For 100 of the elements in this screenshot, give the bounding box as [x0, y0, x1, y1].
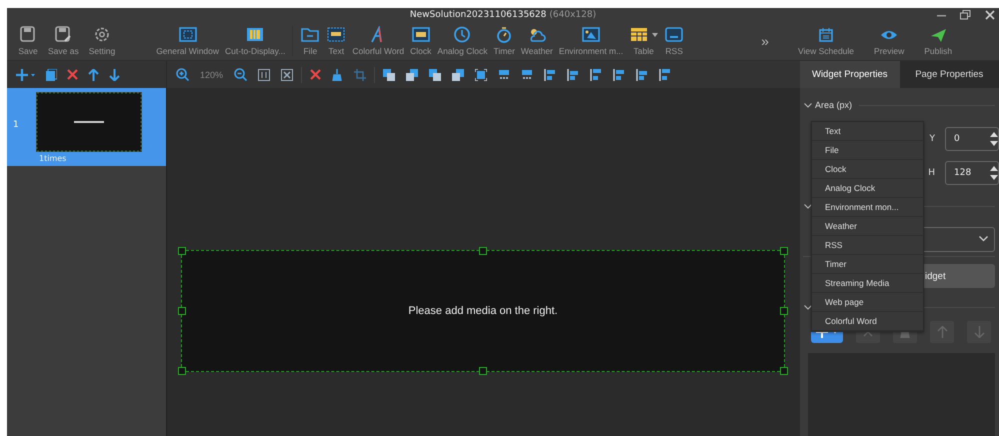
toolbar-button[interactable]: Colorful Word	[349, 26, 408, 56]
plus-icon	[16, 68, 36, 80]
expand-icon	[475, 68, 488, 80]
field-label: H	[928, 168, 935, 178]
properties-tab[interactable]: Widget Properties	[800, 61, 900, 88]
caret-icon	[652, 32, 658, 36]
folder-icon	[300, 26, 320, 43]
spinner-icon[interactable]	[990, 165, 998, 181]
restore-icon[interactable]	[960, 10, 971, 20]
zoom-in-icon	[176, 68, 189, 81]
close-icon	[67, 69, 78, 80]
chevron-down-icon[interactable]	[804, 304, 812, 310]
menu-item[interactable]: Timer	[812, 255, 923, 274]
chevron-down-icon	[979, 236, 988, 242]
toolbar-button[interactable]: Cut-to-Display...	[222, 26, 288, 56]
section-title: Area (px)	[815, 100, 852, 110]
properties-tab[interactable]: Page Properties	[900, 61, 999, 88]
minimize-icon[interactable]	[937, 14, 946, 16]
toolbar-button[interactable]: Analog Clock	[434, 26, 491, 56]
up-arrow-icon	[88, 68, 99, 80]
toolbar-button[interactable]: Text	[323, 26, 350, 56]
spinner-icon[interactable]	[990, 131, 998, 147]
align-icon	[613, 68, 626, 80]
menu-item[interactable]: File	[812, 141, 923, 160]
menu-item[interactable]: Weather	[812, 217, 923, 236]
resize-icon	[521, 68, 534, 80]
copy-icon	[46, 68, 57, 80]
toolbar-button[interactable]: General Window	[153, 26, 222, 56]
toolbar-button[interactable]: Weather	[518, 26, 556, 56]
paper-plane-icon	[929, 26, 948, 42]
window-icon	[178, 26, 198, 43]
toolbar-button[interactable]: Preview	[871, 26, 908, 56]
broom-icon	[332, 68, 344, 80]
text-box-icon	[326, 26, 346, 43]
resize-handle[interactable]	[178, 367, 186, 375]
zoom-out-icon	[234, 68, 248, 81]
align-icon	[567, 68, 580, 80]
menu-item[interactable]: Web page	[812, 293, 923, 312]
clock-icon	[452, 26, 472, 43]
resize-handle[interactable]	[178, 247, 186, 255]
empty-message: Please add media on the right.	[408, 305, 558, 317]
resize-handle[interactable]	[479, 247, 487, 255]
toolbar-button[interactable]: Clock	[407, 26, 434, 56]
chevron-down-icon[interactable]	[804, 102, 812, 108]
menu-item[interactable]: Streaming Media	[812, 274, 923, 293]
toolbar-button[interactable]: File	[297, 26, 324, 56]
resize-icon	[498, 68, 510, 80]
digital-clock-icon	[410, 26, 431, 43]
menu-item[interactable]: Environment mon...	[812, 198, 923, 217]
chevron-down-icon[interactable]	[804, 204, 812, 208]
close-icon[interactable]	[985, 10, 995, 20]
menu-item[interactable]: RSS	[812, 236, 923, 255]
toolbar-button[interactable]: Table	[626, 26, 662, 56]
page-item[interactable]: 1 1times	[7, 88, 166, 166]
resize-handle[interactable]	[780, 367, 788, 375]
menu-item[interactable]: Analog Clock	[812, 179, 923, 198]
resize-handle[interactable]	[780, 307, 788, 315]
page-caption: 1times	[39, 154, 68, 163]
menu-item[interactable]: Colorful Word	[812, 312, 923, 331]
align-icon	[659, 68, 672, 80]
table-icon	[629, 26, 650, 43]
crop-icon	[354, 68, 366, 80]
delete-button[interactable]	[64, 67, 81, 82]
down-arrow-icon	[974, 326, 984, 338]
calendar-icon	[816, 26, 835, 42]
align-icon	[544, 68, 556, 80]
toolbar-button[interactable]: RSS	[661, 26, 688, 56]
toolbar-button[interactable]: Timer	[490, 26, 518, 56]
toolbar-button[interactable]: Save	[13, 26, 43, 56]
layer-icon	[406, 68, 418, 80]
layer-icon	[452, 68, 464, 80]
columns-icon	[245, 26, 266, 43]
zoom-in-button[interactable]	[173, 66, 192, 83]
number-field[interactable]: 0	[945, 127, 999, 151]
menu-item[interactable]: Clock	[812, 160, 923, 179]
up-arrow-icon	[936, 326, 948, 338]
resize-handle[interactable]	[780, 247, 788, 255]
display-area[interactable]: Please add media on the right.	[181, 250, 785, 372]
toolbar-button[interactable]: Environment m...	[556, 26, 626, 56]
resize-handle[interactable]	[479, 367, 487, 375]
number-field[interactable]: 128	[945, 161, 999, 185]
more-button[interactable]: »	[755, 32, 775, 50]
one-to-one-icon	[258, 68, 270, 80]
zoom-level: 120%	[200, 70, 224, 80]
page-number: 1	[13, 120, 19, 130]
fit-icon	[281, 68, 294, 80]
close-icon	[310, 69, 322, 80]
toolbar-button[interactable]: Publish	[921, 26, 956, 56]
save-as-icon	[53, 26, 74, 43]
resize-handle[interactable]	[178, 307, 186, 315]
align-icon	[636, 68, 648, 80]
menu-item[interactable]: Text	[812, 122, 923, 141]
toolbar-button[interactable]: Save as	[43, 26, 84, 56]
layer-icon	[429, 68, 442, 80]
resolution-label: (640x128)	[549, 10, 596, 20]
toolbar-button[interactable]: Setting	[84, 26, 120, 56]
copy-button[interactable]	[43, 66, 60, 82]
field-label: Y	[930, 134, 935, 144]
align-icon	[590, 68, 602, 80]
toolbar-button[interactable]: View Schedule	[794, 26, 858, 56]
